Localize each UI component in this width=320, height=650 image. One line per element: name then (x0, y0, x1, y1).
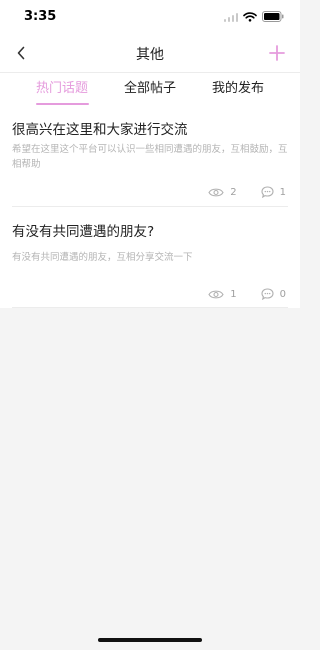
comments-stat: 0 (261, 288, 286, 300)
tab-label: 热门话题 (35, 81, 88, 96)
comment-icon (261, 288, 274, 300)
divider (12, 206, 288, 207)
post-card[interactable]: 很高兴在这里和大家进行交流 希望在这里这个平台可以认识一些相同遭遇的朋友，互相鼓… (0, 106, 300, 207)
tab-all-posts[interactable]: 全部帖子 (100, 73, 200, 107)
post-title: 有没有共同遭遇的朋友? (12, 224, 155, 240)
post-body: 有没有共同遭遇的朋友，互相分享交流一下 (12, 252, 193, 263)
post-title: 很高兴在这里和大家进行交流 (12, 122, 188, 138)
status-time: 3:35 (24, 9, 57, 24)
divider (12, 307, 288, 308)
signal-icon (223, 12, 238, 22)
wifi-icon (243, 11, 257, 22)
home-indicator[interactable] (98, 638, 202, 642)
status-icons (223, 11, 285, 22)
post-stats: 2 1 (208, 186, 286, 198)
views-stat: 2 (208, 186, 237, 198)
active-tab-indicator (36, 103, 89, 105)
status-bar: 3:35 (0, 0, 300, 34)
views-stat: 1 (208, 288, 237, 300)
tab-my-posts[interactable]: 我的发布 (188, 73, 288, 107)
comments-stat: 1 (261, 186, 286, 198)
battery-icon (262, 11, 284, 22)
eye-icon (208, 188, 224, 196)
page-title: 其他 (136, 47, 164, 63)
add-post-button[interactable] (264, 40, 290, 66)
tab-label: 全部帖子 (123, 81, 176, 96)
comment-count: 1 (279, 186, 286, 198)
eye-icon (208, 290, 224, 298)
nav-bar: 其他 (0, 34, 300, 72)
comment-count: 0 (279, 288, 286, 300)
comment-icon (261, 186, 274, 198)
tab-bar: 热门话题 全部帖子 我的发布 (0, 72, 300, 107)
post-stats: 1 0 (208, 288, 286, 300)
post-body: 希望在这里这个平台可以认识一些相同遭遇的朋友，互相鼓励，互相帮助 (12, 144, 288, 170)
view-count: 2 (230, 186, 237, 198)
content-area: 3:35 其他 热门话题 全部帖子 我的发布 很高兴在这里和大家进行交流 希望在… (0, 0, 300, 308)
view-count: 1 (230, 288, 237, 300)
tab-label: 我的发布 (211, 81, 264, 96)
post-card[interactable]: 有没有共同遭遇的朋友? 有没有共同遭遇的朋友，互相分享交流一下 1 0 (0, 208, 300, 308)
add-icon (269, 45, 285, 61)
tab-hot-topics[interactable]: 热门话题 (12, 73, 112, 107)
